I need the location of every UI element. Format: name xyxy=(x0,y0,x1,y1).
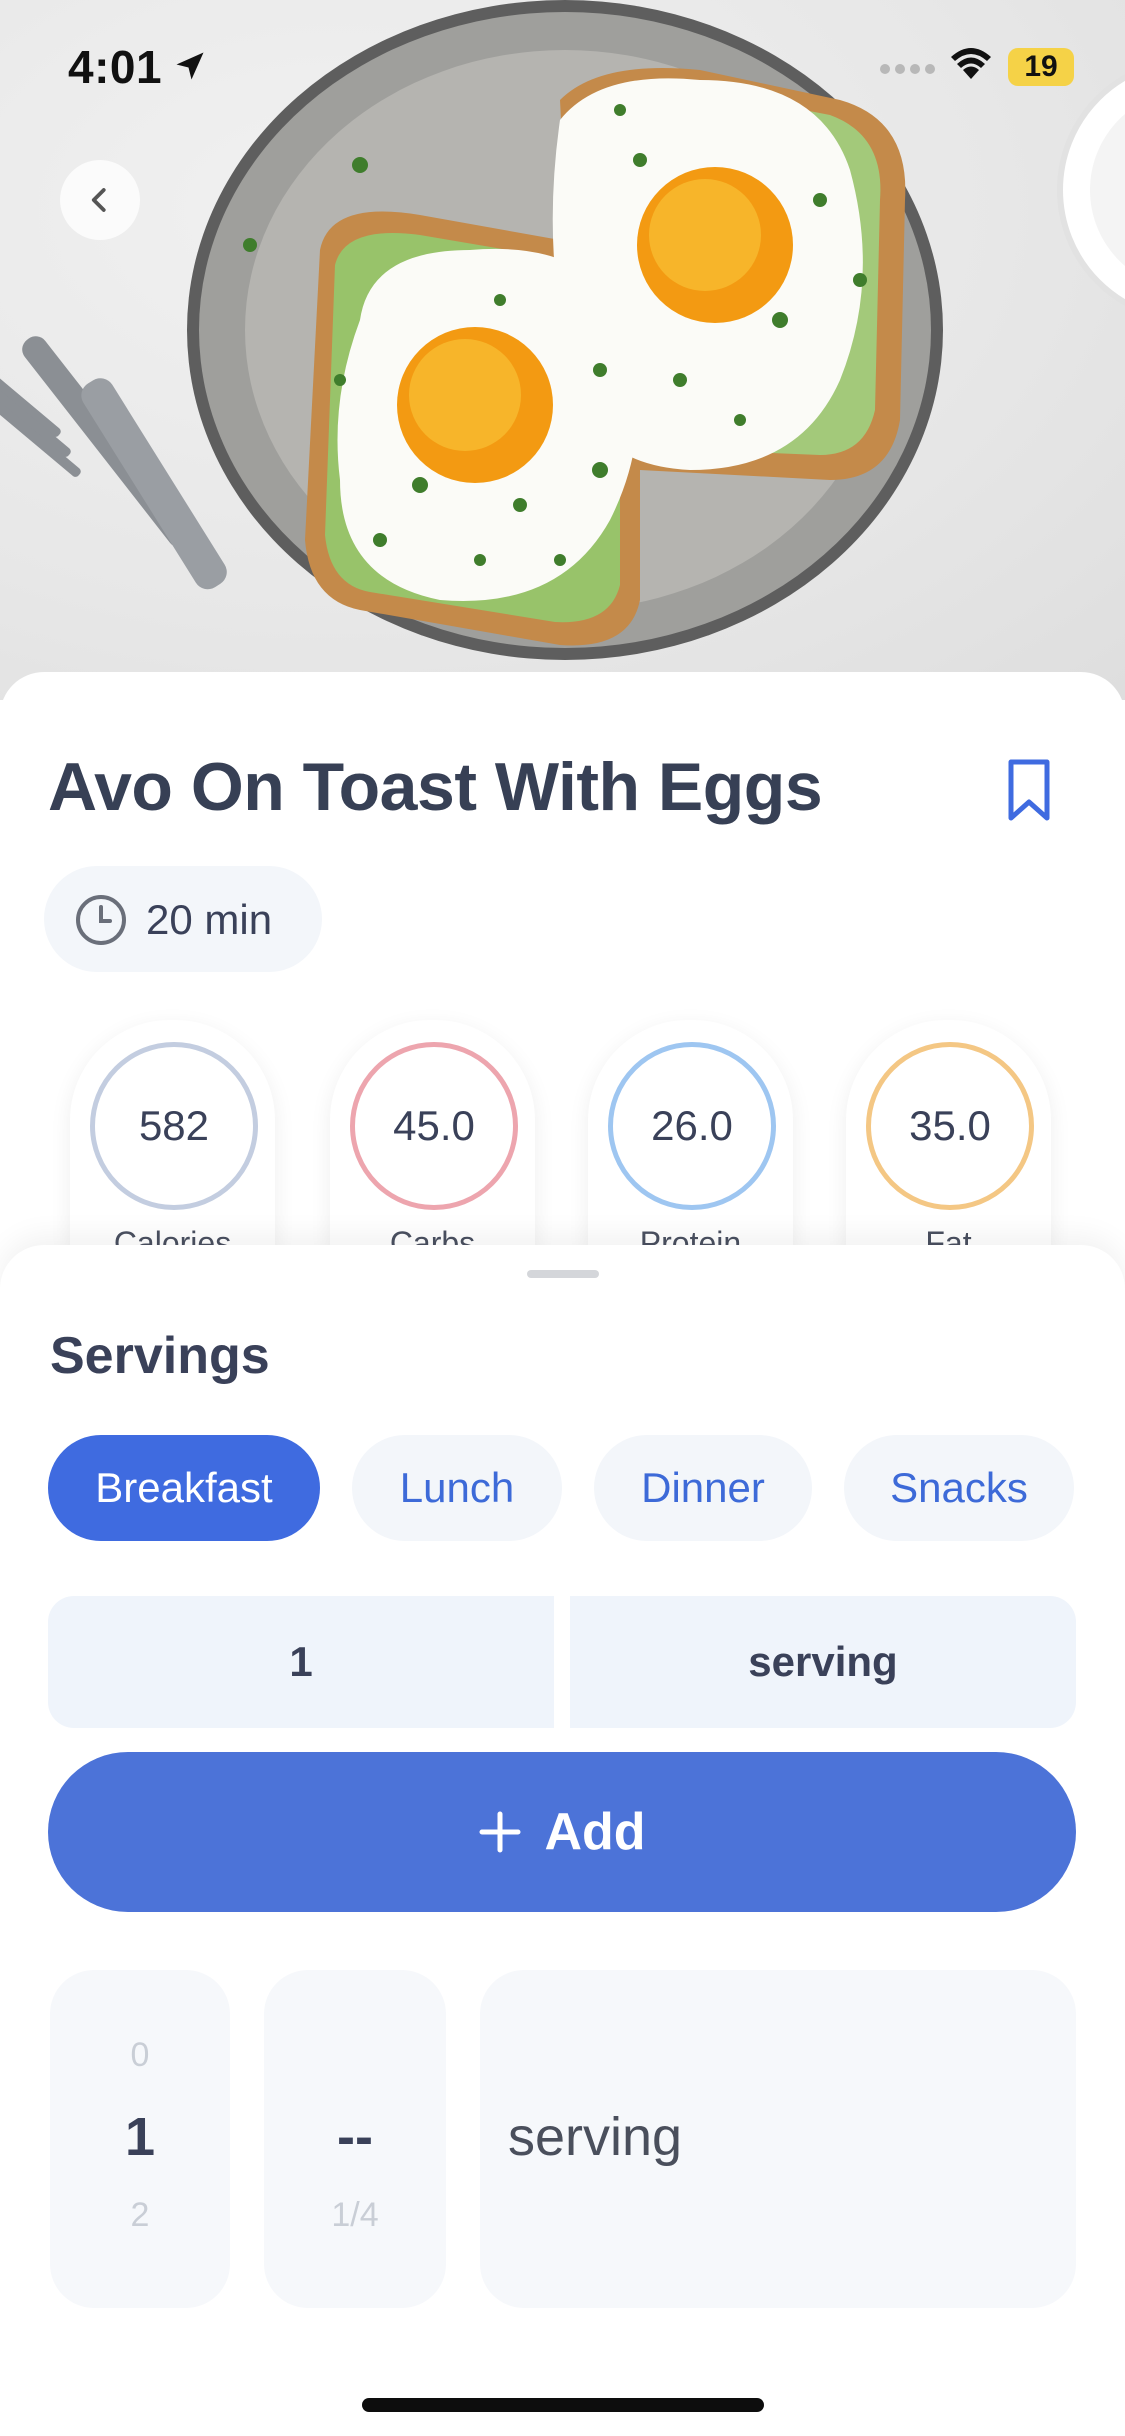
picker-selected-option[interactable]: 1 xyxy=(50,2106,230,2168)
bookmark-icon[interactable] xyxy=(1005,758,1053,822)
picker-option[interactable]: 1/4 xyxy=(264,2196,446,2235)
whole-number-picker[interactable]: 0 1 2 xyxy=(50,1970,230,2308)
picker-selected-option[interactable]: serving xyxy=(508,2106,682,2168)
unit-field[interactable]: serving xyxy=(570,1596,1076,1728)
fraction-picker[interactable]: -- 1/4 xyxy=(264,1970,446,2308)
battery-indicator: 19 xyxy=(1008,48,1074,86)
status-bar: 4:01 19 xyxy=(0,0,1125,135)
meal-tab-snacks[interactable]: Snacks xyxy=(844,1435,1074,1541)
nutrition-item-calories: 582 Calories xyxy=(70,1020,275,1261)
signal-dots-icon xyxy=(880,64,935,74)
quantity-field[interactable]: 1 xyxy=(48,1596,554,1728)
unit-picker[interactable]: serving xyxy=(480,1970,1076,2308)
recipe-title: Avo On Toast With Eggs xyxy=(48,749,823,825)
nutrition-item-carbs: 45.0 Carbs xyxy=(330,1020,535,1261)
clock-icon xyxy=(76,895,126,945)
picker-option[interactable]: 2 xyxy=(50,2196,230,2235)
fat-ring: 35.0 xyxy=(866,1042,1034,1210)
meal-tab-dinner[interactable]: Dinner xyxy=(594,1435,812,1541)
back-button[interactable] xyxy=(60,160,140,240)
meal-tab-lunch[interactable]: Lunch xyxy=(352,1435,562,1541)
carbs-ring: 45.0 xyxy=(350,1042,518,1210)
picker-option[interactable]: 0 xyxy=(50,2036,230,2075)
home-indicator[interactable] xyxy=(362,2398,764,2412)
wifi-icon xyxy=(951,48,991,79)
servings-heading: Servings xyxy=(50,1327,270,1385)
cook-time-chip: 20 min xyxy=(44,866,322,972)
nutrition-item-protein: 26.0 Protein xyxy=(588,1020,793,1261)
chevron-left-icon xyxy=(91,188,106,212)
nutrition-item-fat: 35.0 Fat xyxy=(846,1020,1051,1261)
add-button-label: Add xyxy=(544,1803,646,1861)
protein-ring: 26.0 xyxy=(608,1042,776,1210)
cook-time: 20 min xyxy=(146,896,273,943)
plus-icon xyxy=(479,1811,521,1853)
picker-selected-option[interactable]: -- xyxy=(264,2106,446,2168)
calories-ring: 582 xyxy=(90,1042,258,1210)
sheet-drag-handle[interactable] xyxy=(527,1270,599,1278)
location-arrow-icon xyxy=(176,52,204,80)
add-button[interactable]: Add xyxy=(48,1752,1076,1912)
status-time: 4:01 xyxy=(68,41,163,93)
meal-tab-breakfast[interactable]: Breakfast xyxy=(48,1435,320,1541)
